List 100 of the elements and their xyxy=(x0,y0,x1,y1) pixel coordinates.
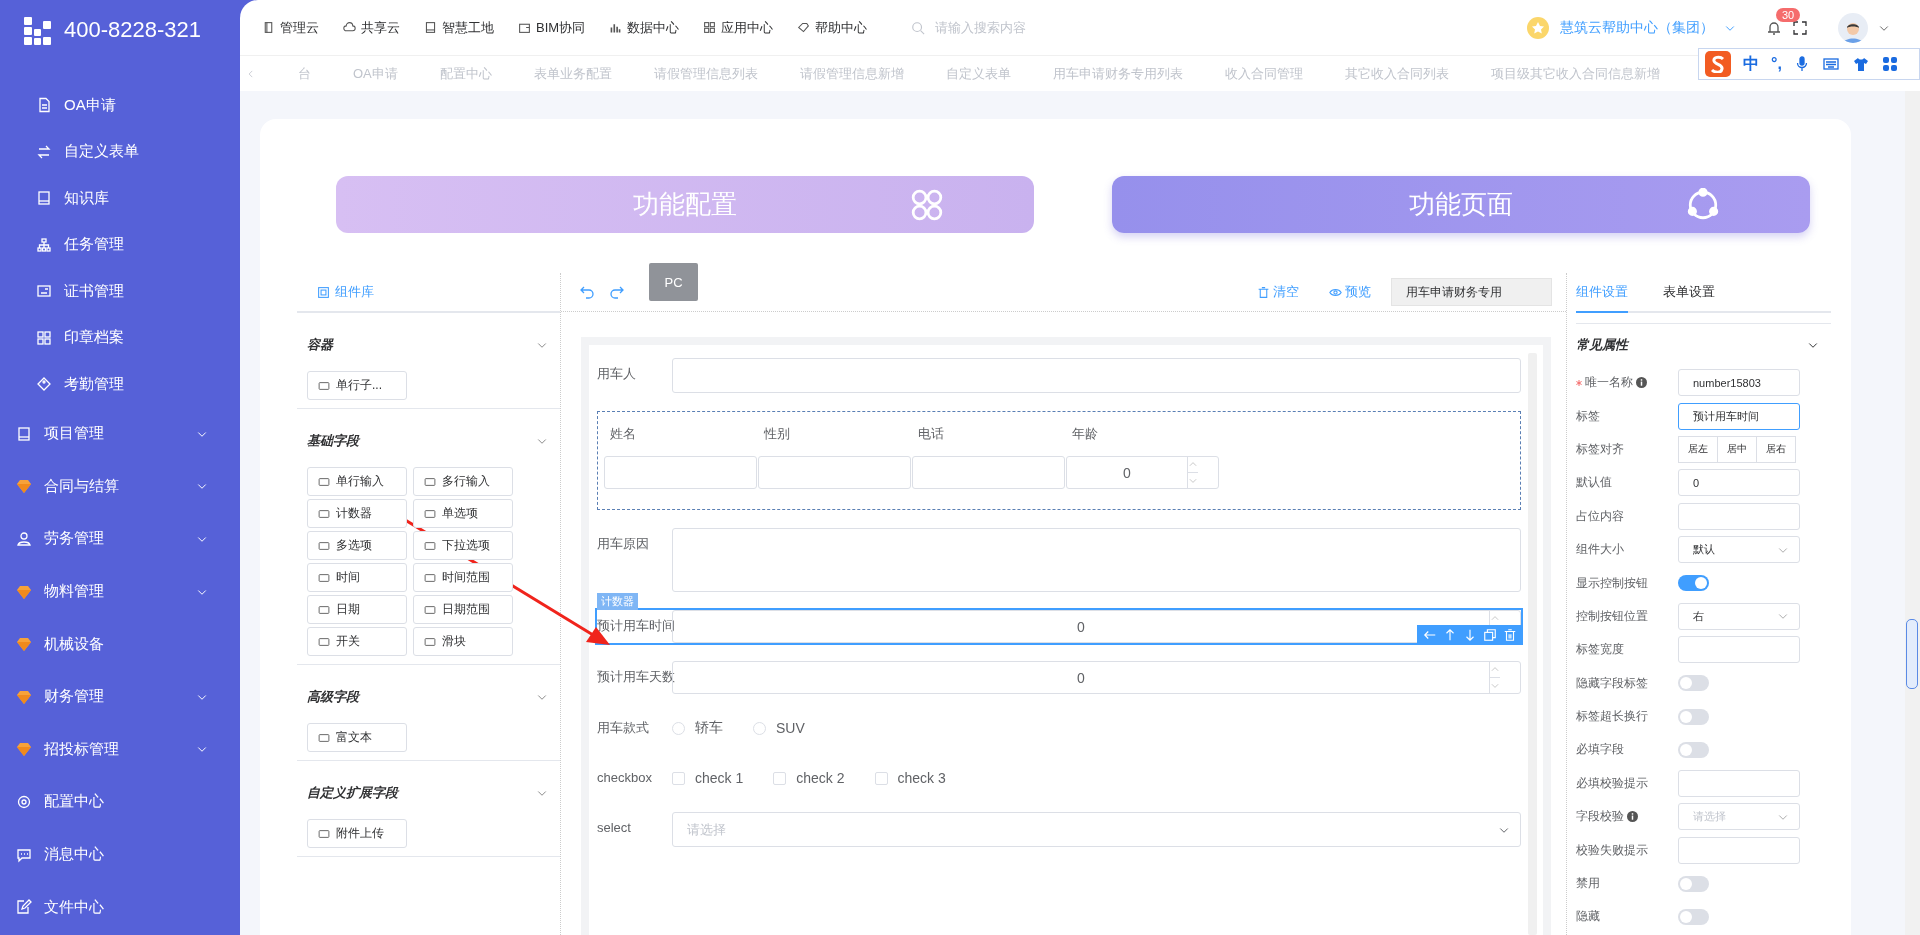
book-icon xyxy=(424,21,437,34)
sidebar-item[interactable]: 证书管理 xyxy=(0,268,240,315)
sidebar-item[interactable]: 财务管理 xyxy=(0,670,240,724)
sidebar-item[interactable]: 合同与结算 xyxy=(0,460,240,513)
text-input[interactable] xyxy=(1678,836,1800,864)
group-title: 高级字段 xyxy=(307,688,359,706)
sidebar-item[interactable]: 印章档案 xyxy=(0,314,240,361)
sidebar-item[interactable]: 物料管理 xyxy=(0,565,240,618)
form-field[interactable]: 用车原因 xyxy=(595,526,1523,594)
nav-item[interactable]: 共享云 xyxy=(343,18,400,37)
checkbox[interactable] xyxy=(672,771,685,785)
grid-icon xyxy=(703,21,717,34)
keyboard-icon xyxy=(1821,56,1840,72)
user-avatar[interactable] xyxy=(1838,12,1868,43)
setting-label: 默认值 xyxy=(1576,474,1612,492)
sidebar-item[interactable]: 考勤管理 xyxy=(0,361,240,408)
toggle-switch[interactable] xyxy=(1678,675,1709,692)
component-item[interactable]: 滑块 xyxy=(413,627,513,656)
component-item[interactable]: 计数器 xyxy=(307,499,407,528)
ime-mode[interactable]: 中 xyxy=(1743,53,1759,75)
sidebar-item[interactable]: 自定义表单 xyxy=(0,128,240,175)
sidebar-item[interactable]: 劳务管理 xyxy=(0,512,240,566)
align-button[interactable]: 居左 xyxy=(1678,435,1718,463)
component-item[interactable]: 日期 xyxy=(307,595,407,624)
component-item[interactable]: 下拉选项 xyxy=(413,531,513,560)
toggle-switch[interactable] xyxy=(1678,708,1709,725)
sidebar-item[interactable]: 知识库 xyxy=(0,175,240,222)
subform-container[interactable]: 姓名 性别 电话 年龄 0 xyxy=(597,411,1521,510)
text-input[interactable]: 预计用车时间 xyxy=(1678,402,1800,430)
nav-item[interactable]: 数据中心 xyxy=(609,18,680,37)
ime-punctuation[interactable]: °, xyxy=(1771,55,1782,73)
sidebar-item[interactable]: 消息中心 xyxy=(0,828,240,881)
text-input[interactable]: number15803 xyxy=(1678,369,1800,397)
sidebar-item[interactable]: 招投标管理 xyxy=(0,723,240,776)
drag-label: 计数器 xyxy=(597,593,638,610)
component-item[interactable]: 多选项 xyxy=(307,531,407,560)
text-input[interactable] xyxy=(1678,502,1800,530)
form-name-field[interactable]: 用车申请财务专用 xyxy=(1391,278,1552,306)
number-input[interactable]: 0 xyxy=(1066,456,1219,489)
text-input[interactable] xyxy=(1678,636,1800,664)
text-input[interactable] xyxy=(758,456,911,489)
cloud-icon xyxy=(343,21,356,34)
mode-card-label: 功能配置 xyxy=(633,188,737,221)
setting-label: 唯一名称 xyxy=(1585,374,1633,392)
select-field[interactable]: 右 xyxy=(1678,602,1800,630)
form-field[interactable]: 用车款式 轿车 SUV xyxy=(595,710,1523,746)
settings-tab[interactable]: 表单设置 xyxy=(1663,273,1715,313)
setting-label: 禁用 xyxy=(1576,875,1600,893)
sidebar-item[interactable]: 机械设备 xyxy=(0,617,240,671)
toggle-switch[interactable] xyxy=(1678,875,1709,892)
form-field[interactable]: select 请选择 xyxy=(595,810,1523,849)
text-input[interactable] xyxy=(1678,769,1800,797)
sidebar-item[interactable]: OA申请 xyxy=(0,82,240,129)
component-item[interactable]: 多行输入 xyxy=(413,467,513,496)
select-field[interactable]: 默认 xyxy=(1678,536,1800,564)
toggle-switch[interactable] xyxy=(1678,908,1709,925)
mode-card-label: 功能页面 xyxy=(1409,188,1513,221)
component-item[interactable]: 单行子... xyxy=(307,371,407,400)
nav-item[interactable]: BIM协同 xyxy=(518,18,586,37)
toggle-switch[interactable] xyxy=(1678,742,1709,758)
nav-item[interactable]: 管理云 xyxy=(262,18,319,37)
checkbox[interactable] xyxy=(773,771,787,785)
text-input[interactable] xyxy=(912,456,1065,489)
text-input[interactable] xyxy=(604,456,757,489)
component-item[interactable]: 开关 xyxy=(307,627,407,656)
sidebar-item[interactable]: 任务管理 xyxy=(0,221,240,268)
field-type-icon xyxy=(318,571,330,584)
sidebar-item[interactable]: 文件中心 xyxy=(0,880,240,934)
text-input[interactable]: 0 xyxy=(1678,469,1800,497)
nav-item[interactable]: 帮助中心 xyxy=(797,18,868,37)
align-button[interactable]: 居中 xyxy=(1717,435,1757,463)
nav-item[interactable]: 应用中心 xyxy=(703,18,774,37)
form-field[interactable]: 预计用车时间 0 xyxy=(595,608,1523,645)
component-item[interactable]: 富文本 xyxy=(307,723,407,752)
checkbox[interactable] xyxy=(874,771,888,785)
scrollbar[interactable] xyxy=(1905,91,1920,935)
section-title: 常见属性 xyxy=(1576,336,1628,354)
component-item[interactable]: 日期范围 xyxy=(413,595,513,624)
sidebar-item[interactable]: 配置中心 xyxy=(0,775,240,829)
text-input[interactable] xyxy=(672,358,1521,393)
align-button[interactable]: 居右 xyxy=(1756,435,1796,463)
chat-icon xyxy=(16,846,32,863)
component-item[interactable]: 单选项 xyxy=(413,499,513,528)
component-item[interactable]: 时间范围 xyxy=(413,563,513,592)
component-item[interactable]: 附件上传 xyxy=(307,819,407,848)
form-field[interactable]: checkbox check 1 check 2 check 3 xyxy=(595,760,1523,796)
option-label: 轿车 xyxy=(695,719,723,737)
toggle-switch[interactable] xyxy=(1678,575,1709,592)
component-item[interactable]: 时间 xyxy=(307,563,407,592)
sidebar-item[interactable]: 项目管理 xyxy=(0,407,240,461)
setting-label: 隐藏 xyxy=(1576,908,1600,926)
tag-icon xyxy=(36,376,52,393)
option-label: check 2 xyxy=(796,770,845,786)
hotline-number: 400-8228-321 xyxy=(64,17,201,43)
notification-count: 30 xyxy=(1776,7,1801,22)
form-field[interactable]: 用车人 xyxy=(595,356,1523,395)
column-label: 电话 xyxy=(917,425,945,443)
number-input[interactable]: 0 xyxy=(672,661,1521,694)
component-item[interactable]: 单行输入 xyxy=(307,467,407,496)
nav-item[interactable]: 智慧工地 xyxy=(424,18,494,37)
